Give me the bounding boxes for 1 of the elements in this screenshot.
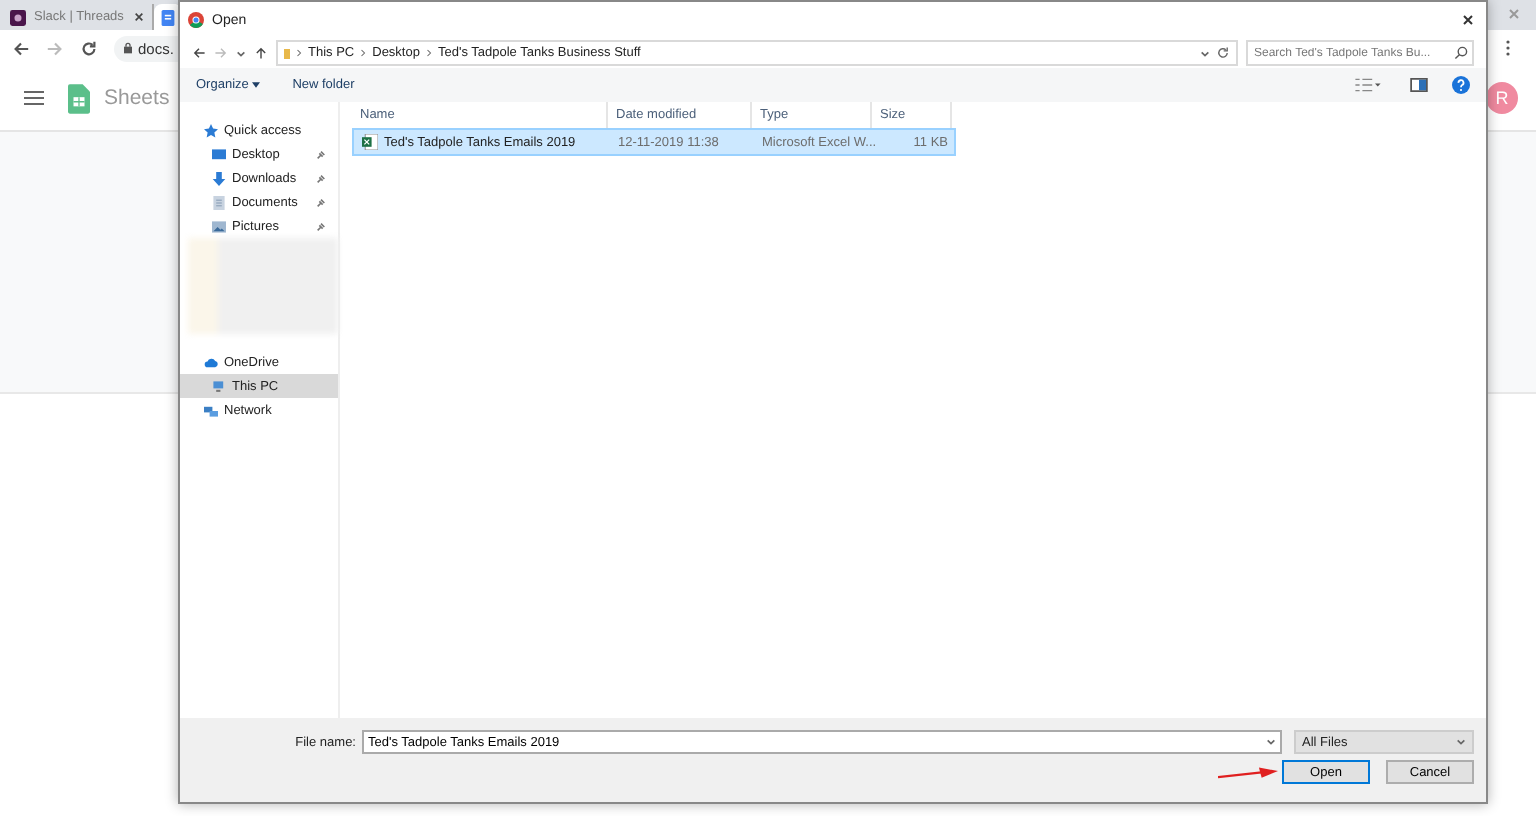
app-title: Sheets xyxy=(104,86,170,110)
